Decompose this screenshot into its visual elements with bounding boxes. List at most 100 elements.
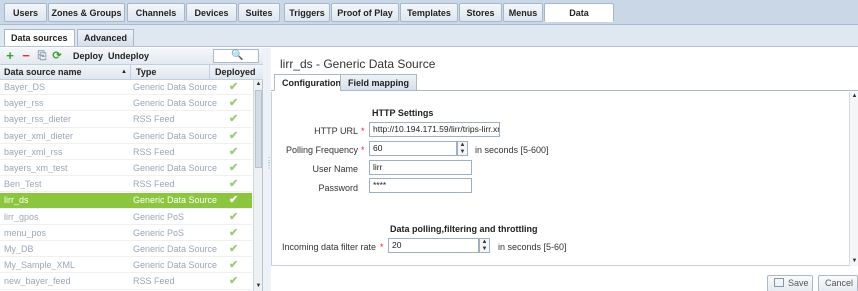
table-row[interactable]: bayer_rss_dieter RSS Feed ✔ [0,112,252,128]
page-title: lirr_ds - Generic Data Source [280,57,436,71]
table-row[interactable]: bayers_xm_test Generic Data Source ✔ [0,161,252,177]
tab-stores[interactable]: Stores [459,3,502,22]
table-header: Data source name ▲ Type Deployed [0,65,263,80]
tab-templates[interactable]: Templates [400,3,458,22]
table-row[interactable]: new_bayer_feed RSS Feed ✔ [0,274,252,290]
panel-splitter[interactable]: ⋮ ⋮ [263,48,273,291]
user-name-label: User Name [312,164,358,174]
subtab-data-sources[interactable]: Data sources [4,29,75,46]
tab-devices[interactable]: Devices [186,3,237,22]
deployed-check-icon: ✔ [229,97,239,110]
detail-tab-bar: Configuration Field mapping [271,73,858,91]
column-header-deployed[interactable]: Deployed [215,67,256,77]
row-type: Generic Data Source [133,163,218,173]
required-marker: * [380,242,384,252]
data-polling-heading: Data polling,filtering and throttling [390,224,538,234]
http-url-label: HTTP URL [314,126,358,136]
cancel-button[interactable]: Cancel [818,275,858,291]
form-scrollbar[interactable]: ▲ ▼ [849,92,858,266]
save-button[interactable]: Save [767,275,813,291]
column-header-name[interactable]: Data source name [4,67,82,77]
list-scrollbar[interactable]: ▲ ▼ [253,80,262,291]
refresh-icon[interactable]: ⟳ [51,50,63,62]
scroll-up-arrow-icon[interactable]: ▲ [254,80,263,89]
data-source-table: Bayer_DS Generic Data Source ✔ bayer_rss… [0,80,252,291]
tab-zones-groups[interactable]: Zones & Groups [48,3,125,22]
polling-frequency-label: Polling Frequency [285,145,358,155]
table-row[interactable]: My_DB Generic Data Source ✔ [0,242,252,258]
scrollbar-thumb[interactable] [255,90,262,168]
deployed-check-icon: ✔ [229,275,239,288]
sort-asc-icon[interactable]: ▲ [121,69,127,75]
column-divider [130,65,131,80]
deploy-button[interactable]: Deploy [73,51,103,61]
table-row[interactable]: bayer_xml_rss RSS Feed ✔ [0,145,252,160]
table-row[interactable]: Bayer_DS Generic Data Source ✔ [0,80,252,96]
row-type: RSS Feed [133,179,175,190]
add-icon[interactable]: + [4,49,16,62]
row-name: lirr_ds [4,195,29,206]
tab-field-mapping[interactable]: Field mapping [340,74,418,91]
row-name: bayer_rss [4,98,44,109]
table-row-selected[interactable]: lirr_ds Generic Data Source ✔ [0,193,252,209]
row-type: Generic Data Source [133,98,218,109]
user-name-input[interactable]: lirr [369,160,472,175]
tab-configuration[interactable]: Configuration [274,74,349,91]
table-row[interactable]: menu_pos Generic PoS ✔ [0,226,252,241]
scroll-down-arrow-icon[interactable]: ▼ [254,282,263,291]
http-url-input[interactable]: http://10.194.171.59/lirr/trips-lirr.xml [369,122,500,137]
tab-data-integration[interactable]: Data Integration [544,3,614,36]
deployed-check-icon: ✔ [229,81,239,93]
save-button-label: Save [788,278,809,288]
row-type: Generic Data Source [133,195,218,206]
deployed-check-icon: ✔ [229,194,239,207]
copy-icon[interactable]: ⎘ [36,50,48,62]
table-row[interactable]: bayer_rss Generic Data Source ✔ [0,96,252,112]
tab-proof-of-play[interactable]: Proof of Play [331,3,399,22]
table-row[interactable]: My_Sample_XML Generic Data Source ✔ [0,258,252,274]
column-divider [209,65,210,80]
subtab-advanced[interactable]: Advanced [77,29,135,46]
deployed-check-icon: ✔ [229,129,239,142]
row-type: Generic Data Source [133,82,218,92]
top-navigation: Users Zones & Groups Channels Devices Su… [0,0,858,36]
tab-channels[interactable]: Channels [127,3,185,22]
scroll-down-arrow-icon[interactable]: ▼ [850,257,858,266]
row-type: RSS Feed [133,276,175,287]
deployed-check-icon: ✔ [229,226,239,239]
required-marker: * [361,126,365,136]
cancel-button-label: Cancel [825,278,854,288]
password-input[interactable]: **** [369,178,472,193]
row-type: RSS Feed [133,146,175,157]
configuration-form: HTTP Settings HTTP URL * http://10.194.1… [271,92,858,266]
data-filter-rate-input[interactable]: 20 [388,238,479,253]
tab-menus[interactable]: Menus [503,3,543,22]
undeploy-button[interactable]: Undeploy [108,51,149,61]
row-name: bayer_xml_rss [4,146,63,157]
column-header-type[interactable]: Type [136,67,156,77]
row-name: new_bayer_feed [4,276,71,287]
tab-suites[interactable]: Suites [238,3,280,22]
deployed-check-icon: ✔ [229,162,239,174]
tab-users[interactable]: Users [4,3,47,22]
scroll-up-arrow-icon[interactable]: ▲ [850,92,858,101]
data-filter-rate-label: Incoming data filter rate [281,242,376,252]
row-name: bayers_xm_test [4,163,68,173]
deployed-check-icon: ✔ [229,113,239,126]
row-name: My_DB [4,244,34,254]
row-type: RSS Feed [133,114,175,125]
polling-frequency-input[interactable]: 60 [369,141,457,156]
save-icon [774,278,784,287]
search-input[interactable]: 🔍 [213,49,259,63]
data-filter-rate-hint: in seconds [5-60] [498,242,567,252]
row-name: Ben_Test [4,179,42,190]
search-icon: 🔍 [231,50,244,61]
table-row[interactable]: lirr_gpos Generic PoS ✔ [0,210,252,225]
deployed-check-icon: ✔ [229,210,239,223]
tab-triggers[interactable]: Triggers [284,3,330,22]
table-row[interactable]: Ben_Test RSS Feed ✔ [0,177,252,193]
data-filter-rate-stepper[interactable]: ▲ ▼ [479,238,490,253]
polling-frequency-stepper[interactable]: ▲ ▼ [457,141,468,156]
table-row[interactable]: bayer_xml_dieter Generic Data Source ✔ [0,129,252,144]
remove-icon[interactable]: − [20,49,32,62]
